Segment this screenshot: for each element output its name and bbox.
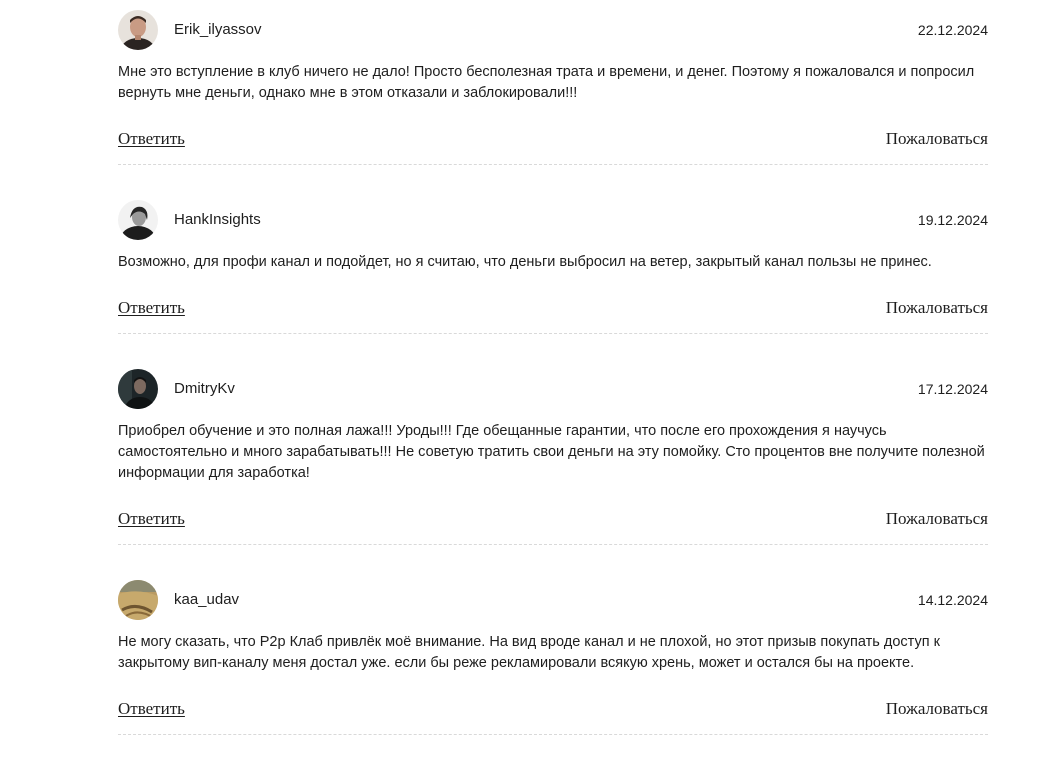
report-link[interactable]: Пожаловаться [886,298,988,318]
avatar-image [118,10,158,50]
avatar[interactable] [118,200,158,240]
comment-divider [118,164,988,165]
comment-text: Не могу сказать, что P2p Клаб привлёк мо… [118,634,940,671]
comment-username: kaa_udav [174,591,240,608]
comment-username: DmitryKv [174,380,235,397]
comment-divider [118,333,988,334]
comment-text: Мне это вступление в клуб ничего не дало… [118,64,975,101]
avatar-image [118,200,158,240]
comment-date: 19.12.2024 [917,212,988,228]
comment-text: Приобрел обучение и это полная лажа!!! У… [118,423,985,481]
avatar-image [118,369,158,409]
avatar[interactable] [118,580,158,620]
reply-link[interactable]: Ответить [118,699,185,719]
comment-actions: Ответить Пожаловаться [118,129,988,151]
comment-header: kaa_udav 14.12.2024 [118,580,988,620]
reply-link[interactable]: Ответить [118,129,185,149]
avatar[interactable] [118,10,158,50]
comment-date: 17.12.2024 [917,381,988,397]
comment-text: Возможно, для профи канал и подойдет, но… [118,254,932,270]
report-link[interactable]: Пожаловаться [886,509,988,529]
comment-divider [118,544,988,545]
comment-actions: Ответить Пожаловаться [118,298,988,320]
comment-date: 14.12.2024 [917,592,988,608]
avatar-image [118,580,158,620]
comment-username: HankInsights [174,211,261,228]
reply-link[interactable]: Ответить [118,298,185,318]
comment-header: Erik_ilyassov 22.12.2024 [118,10,988,50]
avatar[interactable] [118,369,158,409]
reply-link[interactable]: Ответить [118,509,185,529]
comment-divider [118,734,988,735]
comment-actions: Ответить Пожаловаться [118,509,988,531]
comment-header: HankInsights 19.12.2024 [118,200,988,240]
comment-username: Erik_ilyassov [174,21,262,38]
report-link[interactable]: Пожаловаться [886,129,988,149]
comment-date: 22.12.2024 [917,22,988,38]
comment-actions: Ответить Пожаловаться [118,699,988,721]
report-link[interactable]: Пожаловаться [886,699,988,719]
comment-header: DmitryKv 17.12.2024 [118,369,988,409]
